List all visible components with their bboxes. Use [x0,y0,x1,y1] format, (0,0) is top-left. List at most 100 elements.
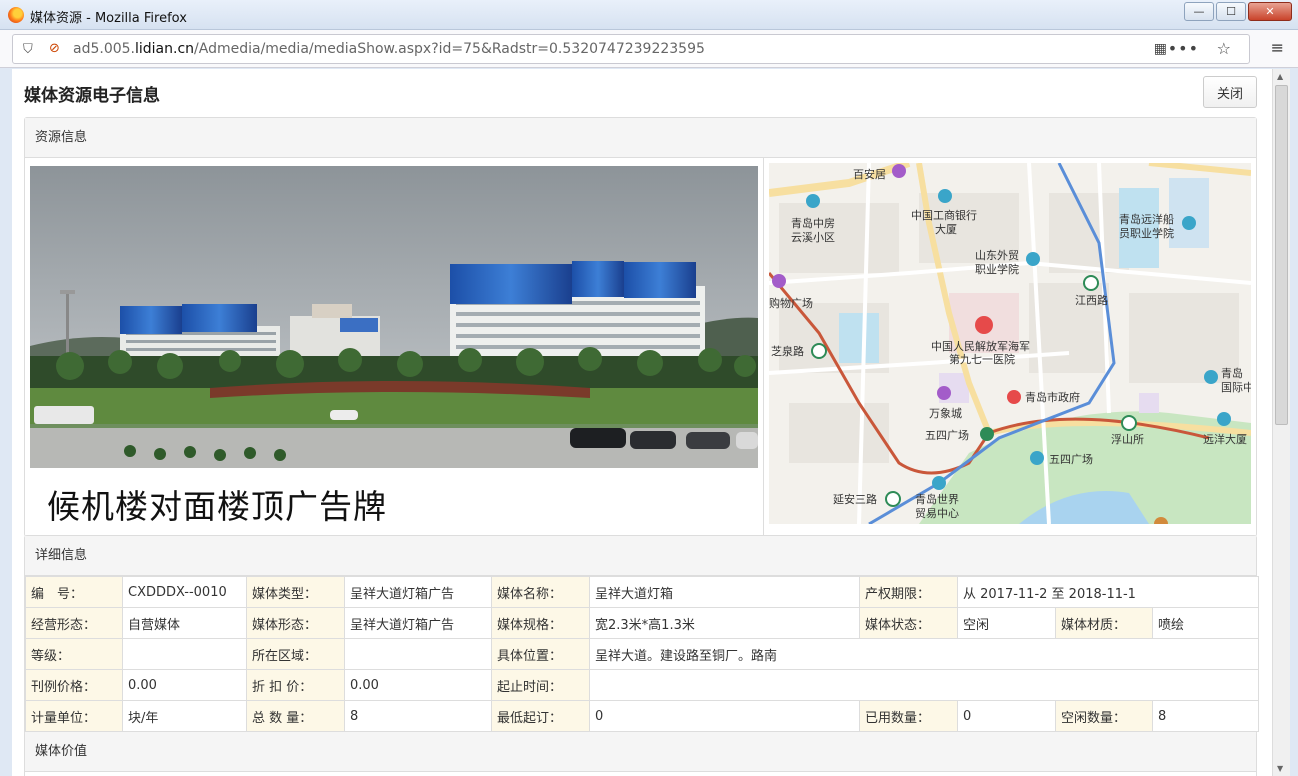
billboard-photo [30,166,758,468]
window-controls: — ☐ ✕ [1184,2,1292,21]
detail-row: 编 号： CXDDDX--0010 媒体类型： 呈祥大道灯箱广告 媒体名称： 呈祥大道灯箱… [25,576,1260,608]
map-label: 国际中 [1221,381,1251,394]
photo-caption: 候机楼对面楼顶广告牌 [47,487,387,526]
detail-label: 最低起订： [491,700,590,732]
detail-label: 已用数量： [859,700,958,732]
map-label: 青岛远洋船 [1119,212,1174,226]
insecure-connection-icon[interactable]: ⊘ [49,41,60,56]
detail-label: 所在区域： [246,638,345,670]
detail-table: 编 号： CXDDDX--0010 媒体类型： 呈祥大道灯箱广告 媒体名称： 呈祥大道灯箱… [25,576,1260,732]
map-label: 山东外贸 [975,249,1019,262]
map-label: 青岛市政府 [1025,390,1080,404]
location-map[interactable]: 百安居 青岛中房 云溪小区 中国工商银行 大厦 青岛远洋船 员职业学院 山东外贸… [769,163,1251,524]
window-close-button[interactable]: ✕ [1248,2,1292,21]
detail-label: 空闲数量： [1055,700,1153,732]
page-actions-menu-icon[interactable]: ••• [1168,39,1199,58]
map-label: 五四广场 [1049,452,1093,466]
map-label: 青岛 [1221,366,1243,380]
detail-value: 呈祥大道灯箱 [589,576,860,608]
detail-label: 媒体类型： [246,576,345,608]
map-label: 云溪小区 [791,231,835,244]
detail-value: 宽2.3米*高1.3米 [589,607,860,639]
address-bar[interactable]: ⛉ ⊘ ad5.005.lidian.cn/Admedia/media/medi… [12,34,1250,64]
detail-info-header: 详细信息 [25,536,1256,576]
map-label: 百安居 [853,167,886,181]
detail-label: 具体位置： [491,638,590,670]
qr-code-icon[interactable]: ▦ [1154,41,1167,57]
detail-value: 呈祥大道灯箱广告 [344,607,492,639]
map-label: 贸易中心 [915,507,959,520]
page-content: 媒体资源电子信息 关闭 资源信息 候机楼对面楼顶广告牌 百安居 青岛中房 云溪小… [12,69,1272,776]
media-value-header: 媒体价值 [25,732,1256,772]
detail-value: 块/年 [122,700,247,732]
bookmark-star-icon[interactable]: ☆ [1217,39,1231,58]
detail-row: 经营形态： 自营媒体 媒体形态： 呈祥大道灯箱广告 媒体规格： 宽2.3米*高1.3米 媒体… [25,607,1260,639]
map-label: 员职业学院 [1119,226,1174,240]
detail-value: 空闲 [957,607,1056,639]
detail-info-panel: 详细信息 编 号： CXDDDX--0010 媒体类型： 呈祥大道灯箱广告 媒体名称：呈… [24,535,1260,735]
tracking-shield-icon[interactable]: ⛉ [23,42,33,57]
map-label: 青岛中房 [791,216,835,230]
scroll-down-arrow-icon[interactable]: ▼ [1277,764,1283,773]
detail-label: 产权期限： [859,576,958,608]
detail-label: 起止时间： [491,669,590,701]
detail-label: 媒体形态： [246,607,345,639]
window-titlebar: 媒体资源 - Mozilla Firefox — ☐ ✕ [0,0,1298,30]
resource-info-panel: 资源信息 候机楼对面楼顶广告牌 百安居 青岛中房 云溪小区 中国工商银行 大厦 … [24,117,1257,537]
detail-value: 0.00 [122,669,247,701]
detail-label: 编 号： [25,576,123,608]
detail-row: 刊例价格： 0.00 折 扣 价： 0.00 起止时间： [25,669,1260,701]
detail-label: 媒体规格： [491,607,590,639]
url-text[interactable]: ad5.005.lidian.cn/Admedia/media/mediaSho… [73,41,705,57]
detail-row: 等级： 所在区域： 具体位置： 呈祥大道。建设路至铜厂。路南 [25,638,1260,670]
detail-row: 计量单位： 块/年总 数 量： 8 最低起订： 0 已用数量： 0 空闲数量： 8 [25,700,1260,732]
page-title: 媒体资源电子信息 [24,86,160,106]
map-label: 远洋大厦 [1203,432,1247,446]
map-label: 五四广场 [925,428,969,442]
resource-info-body: 候机楼对面楼顶广告牌 百安居 青岛中房 云溪小区 中国工商银行 大厦 青岛远洋船… [25,158,1256,537]
detail-value: 从 2017-11-2 至 2018-11-1 [956,576,1260,608]
window-title: 媒体资源 - Mozilla Firefox [30,11,187,26]
detail-value [122,638,247,670]
detail-value [344,638,492,670]
detail-value: 0 [589,700,860,732]
map-label: 职业学院 [975,262,1019,276]
media-value-panel: 媒体价值 [24,731,1257,776]
app-menu-icon[interactable]: ≡ [1271,38,1284,57]
detail-label: 媒体材质： [1055,607,1153,639]
map-label: 中国人民解放军海军 [931,339,1030,353]
close-button[interactable]: 关闭 [1203,76,1257,108]
detail-value: 自营媒体 [122,607,247,639]
map-label: 万象城 [929,407,962,420]
detail-label: 媒体名称： [491,576,590,608]
minimize-button[interactable]: — [1184,2,1214,21]
map-label: 浮山所 [1111,433,1144,446]
firefox-logo-icon [8,7,24,23]
panel-divider [763,158,764,537]
detail-label: 总 数 量： [246,700,345,732]
detail-label: 经营形态： [25,607,123,639]
detail-value [588,669,1260,701]
scrollbar-thumb[interactable] [1275,85,1288,425]
map-label: 大厦 [935,222,957,236]
maximize-button[interactable]: ☐ [1216,2,1246,21]
detail-value: 呈祥大道。建设路至铜厂。路南 [588,638,1260,670]
detail-value: 0.00 [344,669,492,701]
detail-label: 等级： [25,638,123,670]
detail-label: 刊例价格： [25,669,123,701]
detail-value: CXDDDX--0010 [122,576,247,608]
detail-label: 媒体状态： [859,607,958,639]
detail-value: 呈祥大道灯箱广告 [344,576,492,608]
detail-value: 0 [957,700,1056,732]
vertical-scrollbar[interactable]: ▲ ▼ [1272,69,1290,776]
map-label: 江西路 [1075,294,1108,307]
map-label: 芝泉路 [771,344,804,358]
map-label: 青岛世界 [915,492,959,506]
map-label: 中国工商银行 [911,208,977,222]
detail-value: 8 [344,700,492,732]
detail-label: 计量单位： [25,700,123,732]
map-label: 购物广场 [769,296,813,310]
detail-value: 8 [1151,700,1260,732]
scroll-up-arrow-icon[interactable]: ▲ [1277,72,1283,81]
resource-info-header: 资源信息 [25,118,1256,158]
